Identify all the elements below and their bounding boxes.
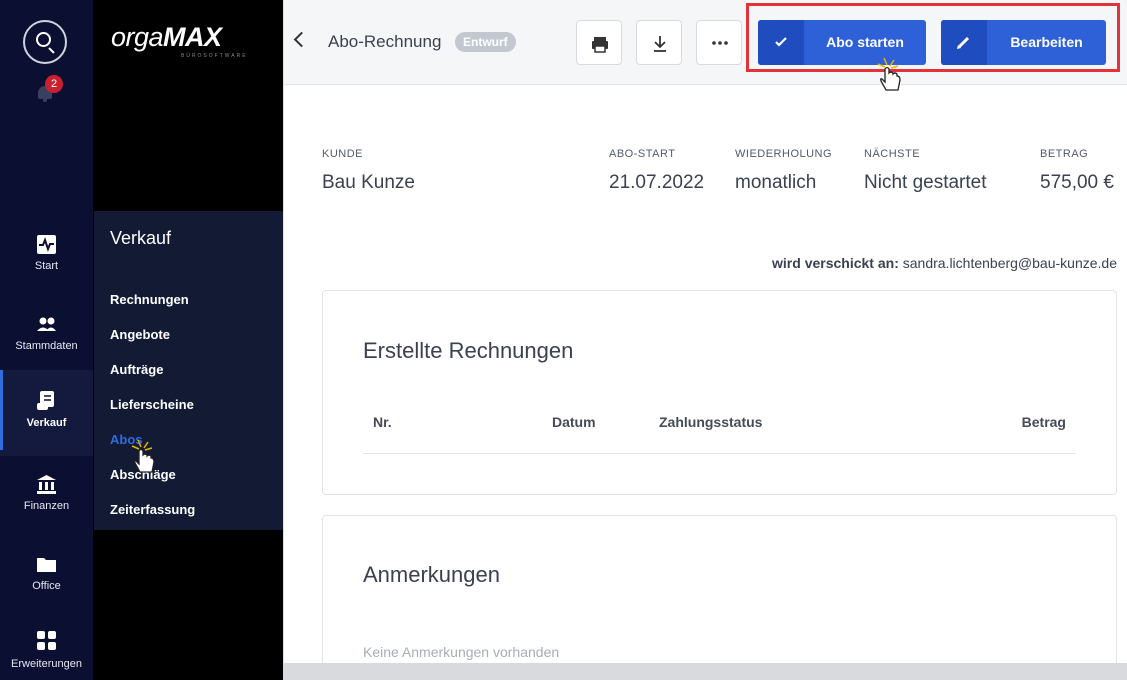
people-icon	[37, 317, 56, 331]
column-header-zahlungsstatus[interactable]: Zahlungsstatus	[659, 414, 762, 430]
table-divider	[363, 453, 1076, 454]
hand-cursor-icon	[131, 440, 155, 473]
column-header-datum[interactable]: Datum	[552, 414, 596, 430]
logo-subtitle: BÜROSOFTWARE	[181, 53, 248, 59]
activity-icon	[37, 235, 56, 254]
status-badge: Entwurf	[455, 32, 516, 52]
verkauf-flyout-menu: Verkauf Rechnungen Angebote Aufträge Lie…	[94, 211, 283, 530]
customer-value: Bau Kunze	[322, 172, 415, 193]
rail-label: Start	[34, 260, 59, 272]
abo-start-value: 21.07.2022	[609, 172, 705, 193]
bottom-scroll-strip	[283, 663, 1127, 680]
amount-value: 575,00 €	[1040, 172, 1114, 193]
customer-label: KUNDE	[322, 148, 364, 160]
search-icon	[36, 32, 51, 47]
column-header-nr[interactable]: Nr.	[373, 414, 392, 430]
page-title: Abo-Rechnung	[328, 32, 442, 51]
amount-label: BETRAG	[1040, 148, 1089, 160]
rail-item-start[interactable]: Start	[0, 224, 93, 304]
rail-item-verkauf[interactable]: Verkauf	[0, 370, 93, 456]
chevron-left-icon[interactable]	[293, 31, 310, 48]
rail-label: Stammdaten	[15, 340, 78, 352]
rail-item-office[interactable]: Office	[0, 544, 93, 624]
recipient-line: wird verschickt an: sandra.lichtenberg@b…	[772, 255, 1117, 271]
rail-label: Erweiterungen	[11, 658, 82, 670]
next-value: Nicht gestartet	[864, 172, 987, 193]
invoices-title: Erstellte Rechnungen	[363, 338, 574, 363]
menu-item-auftraege[interactable]: Aufträge	[110, 362, 163, 377]
rail-item-finanzen[interactable]: Finanzen	[0, 464, 93, 544]
icon-rail: 2 Start Stammdaten Verkauf Finanzen Offi…	[0, 0, 93, 680]
rail-label: Verkauf	[26, 417, 67, 429]
notes-title: Anmerkungen	[363, 562, 500, 587]
column-header-betrag[interactable]: Betrag	[1022, 414, 1066, 430]
recipient-email: sandra.lichtenberg@bau-kunze.de	[902, 255, 1117, 271]
highlight-frame	[746, 3, 1120, 72]
menu-item-zeiterfassung[interactable]: Zeiterfassung	[110, 502, 195, 517]
print-button[interactable]	[576, 20, 622, 65]
recipient-label: wird verschickt an:	[772, 255, 899, 271]
menu-item-angebote[interactable]: Angebote	[110, 327, 170, 342]
bank-icon	[37, 475, 56, 494]
main-panel: Abo-Rechnung Entwurf Abo starten Bearbei…	[283, 0, 1127, 675]
download-button[interactable]	[636, 20, 682, 65]
more-button[interactable]	[696, 20, 742, 65]
hand-cursor-icon	[877, 58, 901, 91]
menu-item-lieferscheine[interactable]: Lieferscheine	[110, 397, 194, 412]
repeat-value: monatlich	[735, 172, 817, 193]
receipt-icon	[37, 391, 54, 410]
download-icon	[654, 36, 666, 52]
rail-label: Office	[32, 580, 61, 592]
more-dots-icon	[712, 41, 728, 45]
rail-label: Finanzen	[23, 500, 70, 512]
rail-item-erweiterungen[interactable]: Erweiterungen	[0, 624, 93, 680]
search-button[interactable]	[23, 20, 67, 64]
folder-icon	[37, 558, 56, 572]
notification-badge: 2	[45, 75, 63, 93]
notes-card: Anmerkungen Keine Anmerkungen vorhanden	[322, 515, 1117, 675]
logo: orgaMAX	[111, 22, 222, 52]
flyout-title: Verkauf	[110, 228, 172, 248]
printer-icon	[592, 37, 608, 53]
invoices-card: Erstellte Rechnungen Nr. Datum Zahlungss…	[322, 290, 1117, 495]
repeat-label: WIEDERHOLUNG	[735, 148, 833, 160]
abo-start-label: ABO-START	[609, 148, 676, 160]
next-label: NÄCHSTE	[864, 148, 921, 160]
notes-empty-text: Keine Anmerkungen vorhanden	[363, 644, 560, 660]
grid-icon	[37, 631, 56, 650]
header-bar: Abo-Rechnung Entwurf Abo starten Bearbei…	[284, 0, 1127, 85]
menu-item-rechnungen[interactable]: Rechnungen	[110, 292, 189, 307]
